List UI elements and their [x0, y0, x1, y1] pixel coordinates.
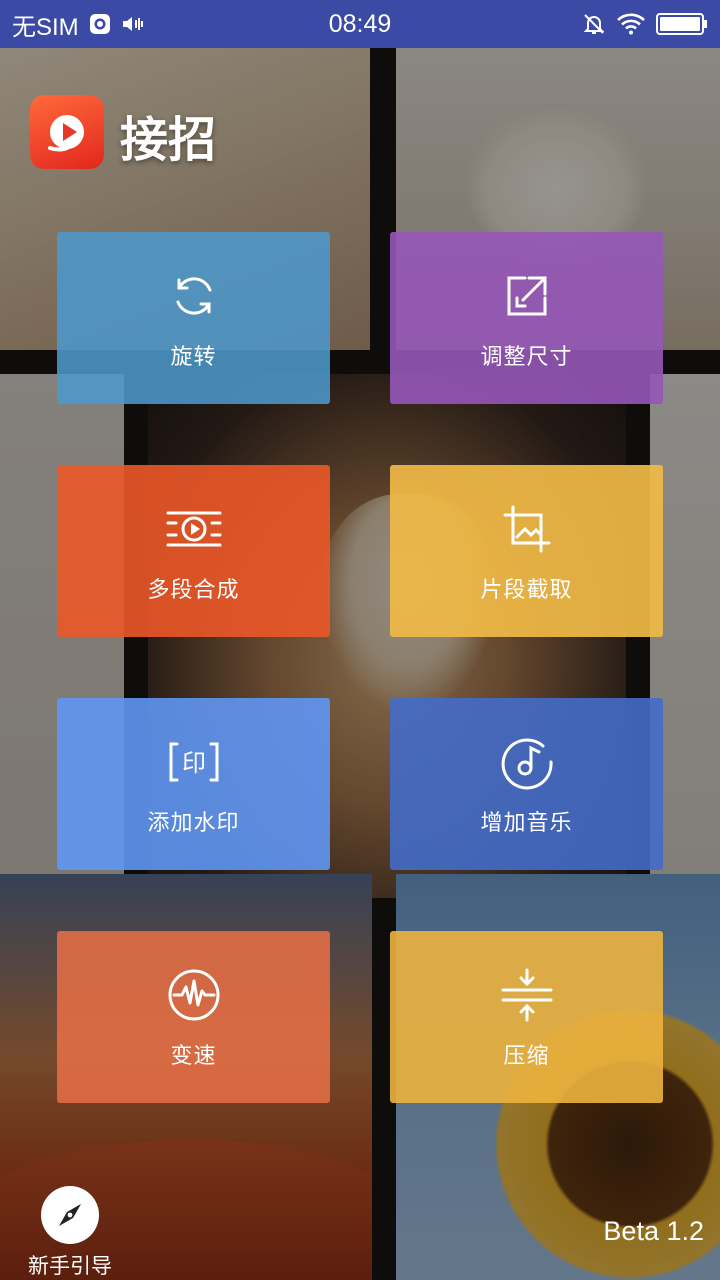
crop-button[interactable]: 片段截取	[390, 465, 663, 637]
merge-button[interactable]: 多段合成	[57, 465, 330, 637]
play-logo-icon	[30, 95, 104, 169]
carrier-label: 无SIM	[12, 13, 79, 41]
app-title: 接招	[120, 112, 217, 168]
music-button[interactable]: 增加音乐	[390, 698, 663, 870]
resize-button[interactable]: 调整尺寸	[390, 232, 663, 404]
svg-text:印: 印	[182, 749, 206, 777]
rotate-button[interactable]: 旋转	[57, 232, 330, 404]
version-label: Beta 1.2	[603, 1216, 704, 1246]
music-label: 增加音乐	[480, 811, 573, 836]
compress-button[interactable]: 压缩	[390, 931, 663, 1103]
watermark-button[interactable]: 印 添加水印	[57, 698, 330, 870]
compress-label: 压缩	[503, 1044, 550, 1069]
merge-video-icon	[164, 498, 224, 560]
speed-wave-icon	[166, 964, 222, 1026]
music-disc-icon	[499, 731, 555, 793]
crop-label: 片段截取	[480, 578, 573, 603]
rotate-label: 旋转	[170, 345, 217, 370]
speed-button[interactable]: 变速	[57, 931, 330, 1103]
merge-label: 多段合成	[147, 578, 240, 603]
crop-icon	[501, 498, 553, 560]
compass-icon	[41, 1186, 99, 1244]
compress-icon	[499, 964, 555, 1026]
status-bar: 无SIM 08:49	[0, 0, 720, 48]
watermark-icon: 印	[167, 731, 221, 793]
wifi-icon	[616, 13, 646, 35]
battery-icon	[656, 12, 708, 36]
watermark-label: 添加水印	[147, 811, 240, 836]
sim-status-icon	[89, 13, 111, 35]
resize-label: 调整尺寸	[480, 345, 573, 370]
beginner-guide-button[interactable]: 新手引导	[20, 1186, 120, 1280]
guide-label: 新手引导	[28, 1254, 112, 1278]
mute-bell-icon	[582, 12, 606, 36]
speed-label: 变速	[170, 1044, 217, 1069]
rotate-icon	[168, 265, 220, 327]
volume-icon	[121, 13, 145, 35]
resize-icon	[503, 265, 551, 327]
